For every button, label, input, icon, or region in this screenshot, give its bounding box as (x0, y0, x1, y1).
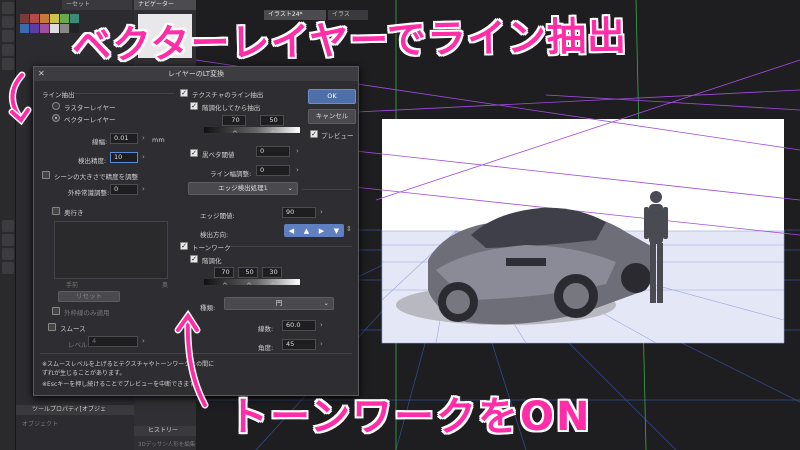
headline-annotation: ベクターレイヤーでライン抽出 (71, 14, 628, 69)
footer-annotation: トーンワークをON (228, 394, 592, 440)
